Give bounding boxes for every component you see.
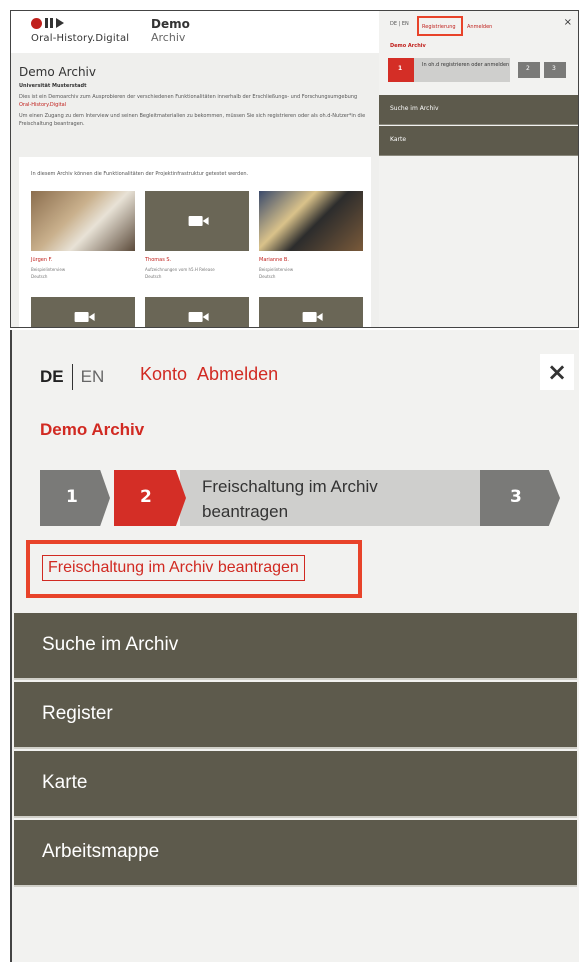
close-icon[interactable]: × xyxy=(540,354,574,390)
step-active-label: Freischaltung im Archiv beantragen xyxy=(180,470,480,526)
intro-paragraph-2: Um einen Zugang zu dem Interview und sei… xyxy=(19,113,366,127)
nav-item-search[interactable]: Suche im Archiv xyxy=(379,95,578,125)
step-1: 1 xyxy=(40,470,110,526)
nav-item-search[interactable]: Suche im Archiv xyxy=(14,613,577,680)
oral-history-link[interactable]: Oral-History.Digital xyxy=(19,102,66,108)
top-screenshot: Oral-History.Digital Demo Archiv Demo Ar… xyxy=(10,10,579,328)
request-highlight: Freischaltung im Archiv beantragen xyxy=(26,540,362,598)
step-2: 2 xyxy=(518,62,540,78)
sidebar-panel: DE | EN Registrierung Anmelden × Demo Ar… xyxy=(379,11,578,327)
request-access-button[interactable]: Freischaltung im Archiv beantragen xyxy=(42,555,305,581)
lang-de[interactable]: DE xyxy=(40,367,64,387)
logo-icon xyxy=(31,17,129,29)
archive-intro: Demo Archiv Universität Musterstadt Dies… xyxy=(19,65,371,131)
interview-thumbnail[interactable] xyxy=(145,297,249,327)
archive-name: Demo Archiv xyxy=(40,420,145,439)
app-title-sub: Archiv xyxy=(151,31,186,44)
interview-card[interactable]: Marianne B. Beispielinterview Deutsch xyxy=(259,191,363,280)
interview-card[interactable]: Jürgen F. Beispielinterview Deutsch xyxy=(31,191,135,280)
interview-cards: In diesem Archiv können die Funktionalit… xyxy=(19,157,371,327)
interview-meta: Beispielinterview Deutsch xyxy=(259,267,294,279)
account-links: Konto Abmelden xyxy=(140,364,278,385)
nav-item-map[interactable]: Karte xyxy=(379,126,578,156)
video-camera-icon xyxy=(302,312,323,322)
interview-card[interactable] xyxy=(31,297,135,327)
logo-text: Oral-History.Digital xyxy=(31,33,130,44)
app-title-main: Demo xyxy=(151,17,190,31)
interview-meta: Beispielinterview Deutsch xyxy=(31,267,66,279)
video-camera-icon xyxy=(74,312,95,322)
lang-en[interactable]: EN xyxy=(81,367,105,387)
register-link[interactable]: Registrierung xyxy=(422,24,456,30)
nav-item-register[interactable]: Register xyxy=(14,682,577,749)
archive-name: Demo Archiv xyxy=(390,43,426,49)
language-switch: DE EN xyxy=(40,364,104,390)
video-camera-icon xyxy=(188,312,209,322)
nav-item-map[interactable]: Karte xyxy=(14,751,577,818)
interview-card[interactable] xyxy=(259,297,363,327)
app-title: Demo Archiv xyxy=(151,17,190,44)
auth-links-highlight: Registrierung Anmelden xyxy=(417,16,492,36)
lang-separator xyxy=(71,364,73,390)
video-camera-icon xyxy=(188,216,209,226)
step-2-active: 2 xyxy=(114,470,186,526)
nav-item-workbook[interactable]: Arbeitsmappe xyxy=(14,820,577,887)
intro-paragraph-1: Dies ist ein Demoarchiv zum Ausprobieren… xyxy=(19,94,358,108)
main-content: Demo Archiv Universität Musterstadt Dies… xyxy=(11,53,379,327)
zoomed-sidebar: DE EN Konto Abmelden × Demo Archiv 1 Fre… xyxy=(10,330,579,962)
intro-university: Universität Musterstadt xyxy=(19,83,87,89)
access-steps: 1 Freischaltung im Archiv beantragen 2 3 xyxy=(40,470,560,526)
app-header: Oral-History.Digital Demo Archiv xyxy=(11,11,379,53)
language-switch[interactable]: DE | EN xyxy=(390,21,409,27)
interview-thumbnail[interactable] xyxy=(259,191,363,251)
interview-thumbnail[interactable] xyxy=(145,191,249,251)
interview-thumbnail[interactable] xyxy=(259,297,363,327)
close-icon[interactable]: × xyxy=(564,17,572,28)
interview-thumbnail[interactable] xyxy=(31,297,135,327)
interview-meta: Aufzeichnungen vom h5.H Release Deutsch xyxy=(145,267,215,279)
interview-name[interactable]: Thomas S. xyxy=(145,257,249,263)
step-label: In oh.d registrieren oder anmelden xyxy=(414,58,510,82)
cards-heading: In diesem Archiv können die Funktionalit… xyxy=(31,171,249,177)
step-3: 3 xyxy=(544,62,566,78)
login-link[interactable]: Anmelden xyxy=(467,24,492,30)
interview-name[interactable]: Jürgen F. xyxy=(31,257,135,263)
interview-thumbnail[interactable] xyxy=(31,191,135,251)
access-steps: 1 In oh.d registrieren oder anmelden 2 3 xyxy=(388,58,568,82)
account-link[interactable]: Konto xyxy=(140,364,187,385)
interview-name[interactable]: Marianne B. xyxy=(259,257,363,263)
intro-title: Demo Archiv xyxy=(19,65,96,79)
interview-card[interactable] xyxy=(145,297,249,327)
interview-card[interactable]: Thomas S. Aufzeichnungen vom h5.H Releas… xyxy=(145,191,249,280)
logo[interactable]: Oral-History.Digital xyxy=(31,17,129,44)
step-1: 1 xyxy=(388,58,414,82)
logout-link[interactable]: Abmelden xyxy=(197,364,278,385)
step-3: 3 xyxy=(480,470,560,526)
